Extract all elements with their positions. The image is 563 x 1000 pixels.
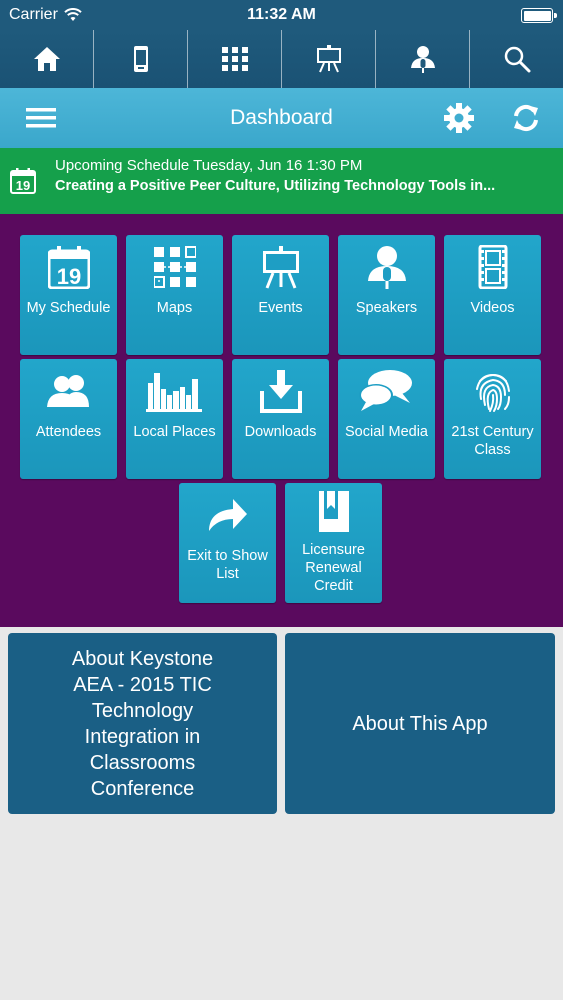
nav-speakers-button[interactable] xyxy=(376,30,470,88)
hamburger-menu-icon[interactable] xyxy=(26,104,56,132)
top-nav-bar xyxy=(0,30,563,88)
speaker-icon xyxy=(410,46,435,73)
tile-21st-century-class[interactable]: 21st Century Class xyxy=(444,359,541,479)
easel-icon xyxy=(263,246,299,289)
upcoming-session-title: Creating a Positive Peer Culture, Utiliz… xyxy=(55,178,496,194)
chat-bubbles-icon xyxy=(359,370,412,411)
tile-label: Videos xyxy=(470,300,515,316)
tile-label: Downloads xyxy=(244,424,317,440)
about-app-label: About This App xyxy=(352,712,488,735)
tile-label: 21st Century Class xyxy=(451,424,534,458)
film-icon xyxy=(478,245,508,289)
tile-local-places[interactable]: Local Places xyxy=(126,359,223,479)
tile-maps[interactable]: Maps xyxy=(126,235,223,355)
tile-exit-to-show-list[interactable]: Exit to Show List xyxy=(179,483,276,603)
easel-icon xyxy=(316,45,341,73)
status-bar: Carrier 11:32 AM xyxy=(0,0,563,30)
book-icon xyxy=(319,491,349,532)
carrier-label: Carrier xyxy=(9,6,58,23)
calendar-day: 19 xyxy=(57,264,81,289)
phone-icon xyxy=(133,46,148,72)
map-grid-icon xyxy=(154,246,196,288)
upcoming-schedule-banner[interactable]: 19 Upcoming Schedule Tuesday, Jun 16 1:3… xyxy=(0,148,563,214)
about-conference-button[interactable]: About Keystone AEA - 2015 TIC Technology… xyxy=(8,633,277,814)
page-title: Dashboard xyxy=(230,106,333,129)
calendar-icon: 19 xyxy=(10,168,36,194)
about-conference-label: About Keystone AEA - 2015 TIC Technology… xyxy=(71,647,214,800)
search-icon xyxy=(504,46,530,73)
tile-label: Speakers xyxy=(355,300,418,316)
upcoming-schedule-heading: Upcoming Schedule Tuesday, Jun 16 1:30 P… xyxy=(55,157,363,174)
tile-label: Maps xyxy=(156,300,193,316)
tile-label: Attendees xyxy=(35,424,102,440)
tile-events[interactable]: Events xyxy=(232,235,329,355)
home-icon xyxy=(33,47,60,71)
clock: 11:32 AM xyxy=(247,6,316,23)
tile-label: Events xyxy=(258,300,303,316)
battery-icon xyxy=(521,8,557,23)
dashboard-grid: 19 My Schedule Maps Events Speakers Vide… xyxy=(0,214,563,627)
city-icon xyxy=(146,373,202,412)
refresh-icon[interactable] xyxy=(510,102,542,134)
tile-label: Exit to Show List xyxy=(187,548,268,582)
map-grid-icon xyxy=(221,47,248,71)
nav-search-button[interactable] xyxy=(470,30,563,88)
tile-label: Local Places xyxy=(133,424,216,440)
download-icon xyxy=(260,370,302,413)
tile-attendees[interactable]: Attendees xyxy=(20,359,117,479)
tile-downloads[interactable]: Downloads xyxy=(232,359,329,479)
nav-phone-button[interactable] xyxy=(94,30,188,88)
carrier-indicator: Carrier xyxy=(9,6,82,24)
tile-licensure-renewal-credit[interactable]: Licensure Renewal Credit xyxy=(285,483,382,603)
about-app-button[interactable]: About This App xyxy=(285,633,555,814)
tile-my-schedule[interactable]: 19 My Schedule xyxy=(20,235,117,355)
fingerprint-icon xyxy=(476,373,510,412)
wifi-icon xyxy=(64,8,82,21)
gear-icon[interactable] xyxy=(443,102,475,134)
tile-social-media[interactable]: Social Media xyxy=(338,359,435,479)
tile-label: Licensure Renewal Credit xyxy=(302,542,365,594)
tile-label: My Schedule xyxy=(26,300,111,316)
share-arrow-icon xyxy=(209,499,247,531)
nav-events-button[interactable] xyxy=(282,30,376,88)
calendar-day: 19 xyxy=(16,178,30,193)
nav-home-button[interactable] xyxy=(0,30,94,88)
calendar-icon: 19 xyxy=(48,246,90,289)
tile-videos[interactable]: Videos xyxy=(444,235,541,355)
people-icon xyxy=(47,375,89,407)
tile-label: Social Media xyxy=(344,424,428,440)
nav-maps-button[interactable] xyxy=(188,30,282,88)
title-bar: Dashboard xyxy=(0,88,563,148)
tile-speakers[interactable]: Speakers xyxy=(338,235,435,355)
speaker-icon xyxy=(368,246,406,289)
